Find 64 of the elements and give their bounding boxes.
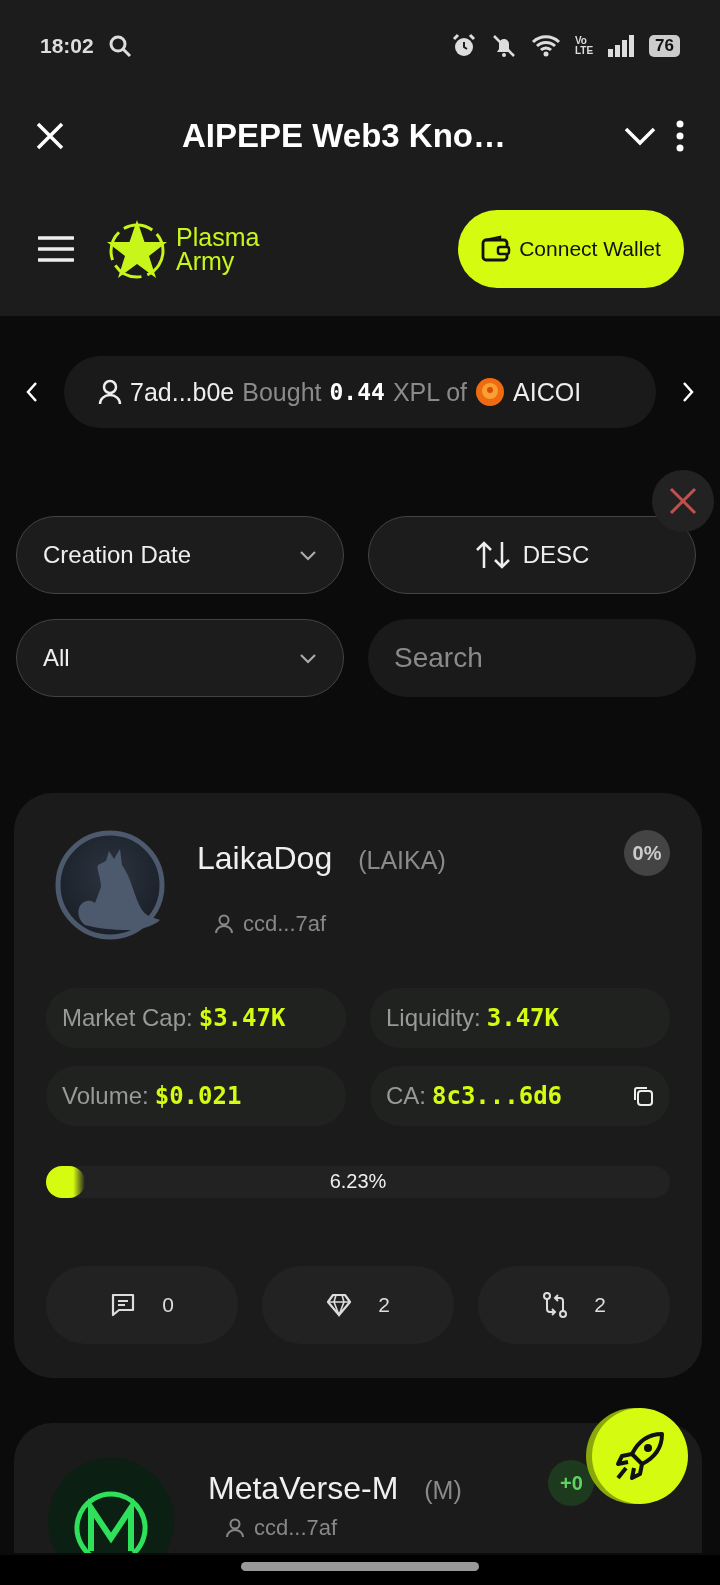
stat-label: Volume: — [62, 1082, 149, 1110]
stat-label: Liquidity: — [386, 1004, 481, 1032]
stat-label: Market Cap: — [62, 1004, 193, 1032]
chevron-down-icon[interactable] — [624, 126, 656, 146]
stat-value: 3.47K — [486, 1004, 559, 1032]
wallet-icon — [481, 235, 512, 263]
menu-icon[interactable] — [38, 235, 74, 263]
logo-text: Plasma — [176, 225, 260, 249]
close-icon — [669, 487, 697, 515]
chevron-left-icon[interactable] — [26, 381, 38, 403]
user-icon — [98, 379, 122, 405]
token-name: LaikaDog — [197, 840, 333, 877]
count-button[interactable]: 2 — [262, 1266, 454, 1344]
creator-address: ccd...7af — [243, 911, 327, 937]
clock-time: 18:02 — [40, 34, 94, 58]
count-button[interactable]: 2 — [478, 1266, 670, 1344]
page-title: AIPEPE Web3 Kno… — [181, 117, 507, 155]
token-card[interactable]: LaikaDog (LAIKA) ccd...7af 0% Market Cap: $3.47K Liquidity: 3.47K Volume: $0.021 CA: 8c3...6d6 6.23% 0 2 2 — [14, 793, 702, 1378]
token-card[interactable]: MetaVerse-M (M) ccd...7af +0 — [14, 1423, 702, 1553]
signal-icon — [607, 34, 636, 58]
network-type-label: LTE — [574, 46, 594, 56]
sort-order-button[interactable]: DESC — [368, 516, 696, 594]
chevron-right-icon[interactable] — [682, 381, 694, 403]
search-icon — [107, 34, 132, 58]
token-symbol: (LAIKA) — [358, 846, 446, 875]
ticker-amount: 0.44 — [329, 379, 385, 405]
stat-value: $3.47K — [198, 1004, 286, 1032]
coin-icon — [475, 377, 506, 407]
more-icon[interactable] — [676, 120, 684, 152]
chevron-down-icon — [299, 652, 317, 664]
comment-icon — [110, 1292, 137, 1318]
close-icon[interactable] — [36, 122, 64, 150]
sort-arrows-icon — [474, 540, 511, 570]
sort-dropdown[interactable]: Creation Date — [16, 516, 344, 594]
token-symbol: (M) — [424, 1476, 462, 1505]
stat-value: $0.021 — [154, 1082, 242, 1110]
bell-off-icon — [490, 33, 517, 59]
copy-icon[interactable] — [632, 1085, 654, 1107]
logo-text: Army — [176, 249, 236, 273]
token-name: MetaVerse-M — [208, 1470, 399, 1507]
network-type-label: Vo — [574, 36, 588, 46]
creator-address: ccd...7af — [254, 1515, 338, 1541]
swap-icon — [542, 1292, 569, 1318]
alarm-icon — [450, 33, 477, 59]
ticker-user: 7ad...b0e — [130, 377, 235, 407]
stat-value: 8c3...6d6 — [432, 1082, 563, 1110]
chevron-down-icon — [299, 549, 317, 561]
star-logo-icon — [106, 218, 168, 280]
connect-wallet-button[interactable]: Connect Wallet — [458, 210, 684, 288]
user-icon — [226, 1518, 244, 1538]
stat-label: CA: — [386, 1082, 426, 1110]
ticker-token: AICOI — [513, 377, 582, 407]
count-button[interactable]: 0 — [46, 1266, 238, 1344]
change-badge: +0 — [548, 1460, 594, 1506]
user-icon — [215, 914, 233, 934]
ticker-action: Bought — [242, 377, 322, 407]
battery-indicator: 76 — [649, 35, 680, 57]
wifi-icon — [530, 34, 561, 58]
progress-reading: 6.23% — [329, 1170, 387, 1193]
diamond-icon — [326, 1292, 353, 1318]
change-badge: 0% — [624, 830, 670, 876]
search-field[interactable]: Search — [368, 619, 696, 697]
ticker-unit: XPL of — [392, 377, 468, 407]
category-dropdown[interactable]: All — [16, 619, 344, 697]
